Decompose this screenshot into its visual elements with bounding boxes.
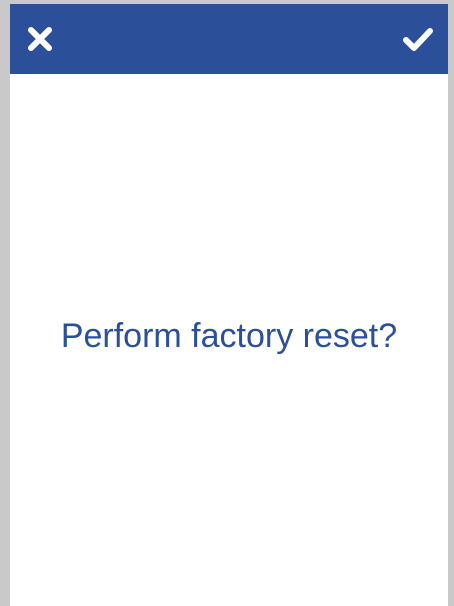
dialog-body: Perform factory reset? xyxy=(10,74,448,606)
dialog-header-bar xyxy=(10,4,448,74)
cancel-button[interactable] xyxy=(10,4,70,74)
device-screen: Perform factory reset? xyxy=(0,0,454,606)
close-icon xyxy=(26,25,54,53)
confirm-button[interactable] xyxy=(388,4,448,74)
checkmark-icon xyxy=(402,25,434,53)
confirmation-message: Perform factory reset? xyxy=(60,316,398,355)
